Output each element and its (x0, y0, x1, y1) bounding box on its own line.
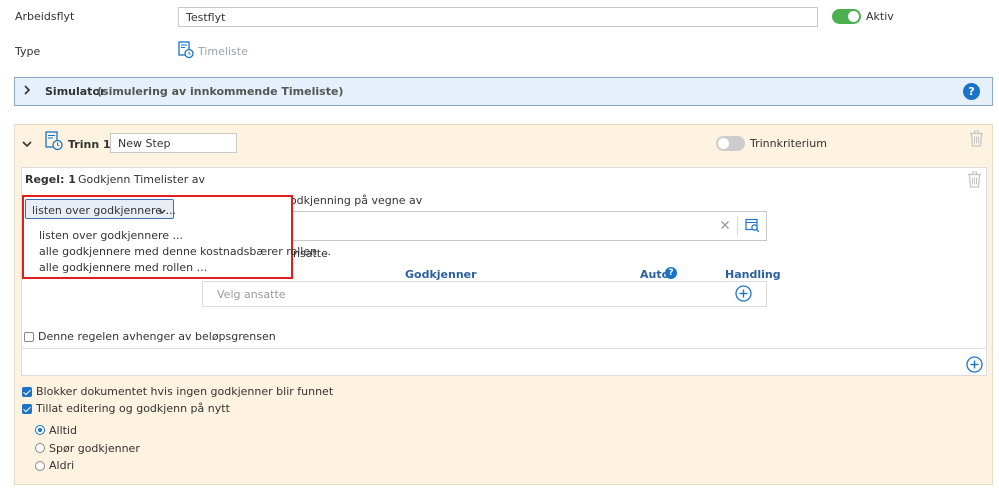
trash-icon[interactable] (967, 171, 982, 191)
block-document-label: Blokker dokumentet hvis ingen godkjenner… (36, 385, 334, 398)
amount-limit-checkbox[interactable] (24, 332, 34, 342)
close-icon[interactable] (720, 220, 730, 233)
amount-limit-label: Denne regelen avhenger av beløpsgrensen (38, 330, 276, 343)
dropdown-option[interactable]: alle godkjennere med rollen ... (39, 261, 207, 274)
help-icon[interactable]: ? (665, 267, 677, 279)
radio-ask-approver-label: Spør godkjenner (49, 442, 140, 455)
plus-circle-icon[interactable] (735, 285, 752, 305)
plus-circle-icon[interactable] (966, 356, 983, 376)
dropdown-option[interactable]: alle godkjennere med denne kostnadsbærer… (39, 245, 331, 258)
radio-always-label: Alltid (49, 424, 77, 437)
dropdown-option[interactable]: listen over godkjennere ... (39, 229, 183, 242)
dropdown-selected-label: listen over godkjennere ... (32, 204, 177, 217)
select-employees-placeholder[interactable]: Velg ansatte (217, 288, 286, 301)
timesheet-icon (178, 41, 194, 62)
workflow-name-label: Arbeidsflyt (15, 10, 75, 23)
lookup-icon[interactable] (745, 218, 760, 236)
timesheet-icon (45, 131, 63, 154)
allow-edit-checkbox[interactable] (22, 404, 32, 414)
help-icon[interactable]: ? (963, 83, 980, 100)
radio-always[interactable] (35, 425, 45, 435)
step-name-input[interactable]: New Step (110, 133, 237, 153)
table-row (202, 281, 767, 307)
approver-column-header: Godkjenner (405, 268, 477, 281)
allow-edit-label: Tillat editering og godkjenn på nytt (36, 402, 230, 415)
step-criteria-label: Trinnkriterium (750, 137, 827, 150)
trash-icon[interactable] (969, 130, 984, 150)
action-column-header: Handling (725, 268, 781, 281)
chevron-down-icon[interactable] (21, 139, 33, 152)
radio-never[interactable] (35, 461, 45, 471)
workflow-name-input[interactable]: Testflyt (178, 7, 818, 27)
rule-title: Godkjenn Timelister av (78, 173, 205, 186)
step-criteria-toggle[interactable] (716, 136, 745, 151)
radio-never-label: Aldri (49, 459, 75, 472)
active-toggle[interactable] (832, 9, 861, 24)
rule-divider (22, 348, 986, 349)
chevron-right-icon[interactable] (22, 84, 32, 99)
radio-ask-approver[interactable] (35, 443, 45, 453)
rule-label: Regel: 1 (25, 173, 76, 186)
chevron-down-icon[interactable] (157, 206, 167, 219)
active-label: Aktiv (866, 10, 894, 23)
type-value: Timeliste (198, 45, 248, 58)
search-divider (737, 216, 738, 236)
simulator-subtitle: (simulering av innkommende Timeliste) (97, 85, 344, 98)
block-document-checkbox[interactable] (22, 387, 32, 397)
type-label: Type (15, 45, 41, 58)
